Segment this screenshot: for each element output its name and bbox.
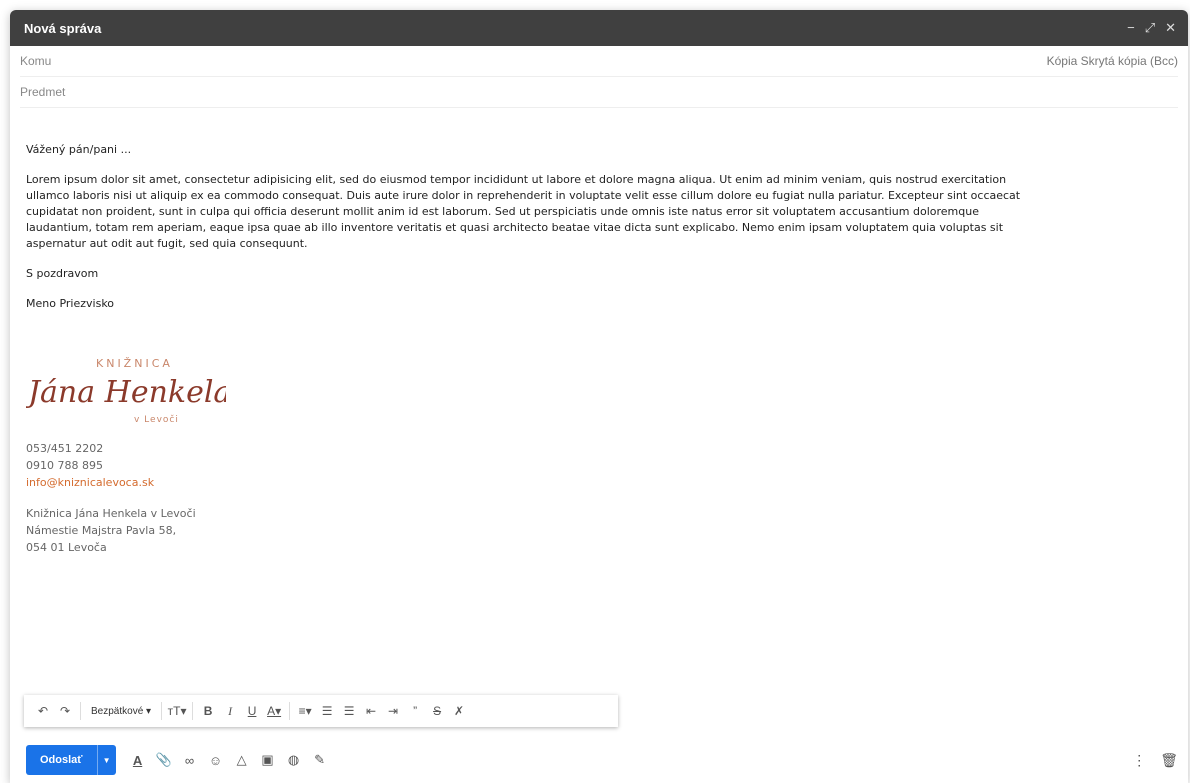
compose-window: Nová správa − ⤢ ✕ Kópia Skrytá kópia (Bc… <box>10 10 1188 783</box>
confidential-icon[interactable]: ◍ <box>284 750 304 770</box>
city: 054 01 Levoča <box>26 541 107 554</box>
logo-bottom-text: v Levoči <box>134 415 179 425</box>
text-size-icon[interactable]: тT▾ <box>166 699 188 723</box>
photo-icon[interactable]: ▣ <box>258 750 278 770</box>
indent-more-icon[interactable]: ⇥ <box>382 699 404 723</box>
send-button[interactable]: Odoslať ▼ <box>26 745 116 775</box>
compose-title: Nová správa <box>24 20 102 36</box>
compose-titlebar[interactable]: Nová správa − ⤢ ✕ <box>10 10 1188 46</box>
close-icon[interactable]: ✕ <box>1165 20 1176 36</box>
attach-icon[interactable]: 📎 <box>154 750 174 770</box>
italic-icon[interactable]: I <box>219 699 241 723</box>
toolbar-divider <box>80 702 81 720</box>
subject-input[interactable] <box>20 85 1178 99</box>
strikethrough-icon[interactable]: S <box>426 699 448 723</box>
align-icon[interactable]: ≡▾ <box>294 699 316 723</box>
compose-more: ⋮ 🗑 <box>1132 752 1178 769</box>
to-row: Kópia Skrytá kópia (Bcc) <box>20 46 1178 77</box>
cc-bcc-links[interactable]: Kópia Skrytá kópia (Bcc) <box>1047 54 1178 68</box>
email-link[interactable]: info@kniznicalevoca.sk <box>26 474 1172 491</box>
compose-actions: Odoslať ▼ A 📎 ∞ ☺ △ ▣ ◍ ✎ ⋮ 🗑 <box>26 743 1178 777</box>
bold-icon[interactable]: B <box>197 699 219 723</box>
phone-2: 0910 788 895 <box>26 459 103 472</box>
compose-tools: A 📎 ∞ ☺ △ ▣ ◍ ✎ <box>128 750 330 770</box>
trash-icon[interactable]: 🗑 <box>1160 752 1178 769</box>
formatting-toolbar: ↶ ↷ Bezpätkové ▾ тT▾ B I U A▾ ≡▾ ☰ ☰ ⇤ ⇥… <box>24 695 618 727</box>
logo-script: Jána Henkela <box>26 375 226 410</box>
undo-icon[interactable]: ↶ <box>32 699 54 723</box>
window-controls: − ⤢ ✕ <box>1127 20 1176 36</box>
quote-icon[interactable]: ” <box>404 699 426 723</box>
formatting-options-icon[interactable]: A <box>128 750 148 770</box>
underline-icon[interactable]: U <box>241 699 263 723</box>
expand-icon[interactable]: ⤢ <box>1145 20 1155 36</box>
org-name: Knižnica Jána Henkela v Levoči <box>26 507 196 520</box>
regards-text: S pozdravom <box>26 267 99 280</box>
to-input[interactable] <box>20 54 1047 68</box>
street: Námestie Majstra Pavla 58, <box>26 524 177 537</box>
sender-name: Meno Priezvisko <box>26 297 115 310</box>
phone-1: 053/451 2202 <box>26 442 104 455</box>
link-icon[interactable]: ∞ <box>180 750 200 770</box>
font-select[interactable]: Bezpätkové ▾ <box>85 699 157 723</box>
subject-row <box>20 77 1178 108</box>
send-options-icon[interactable]: ▼ <box>96 745 116 775</box>
contact-block: 053/451 2202 0910 788 895 info@kniznical… <box>26 440 1172 491</box>
numbered-list-icon[interactable]: ☰ <box>316 699 338 723</box>
send-label: Odoslať <box>40 754 83 766</box>
minimize-icon[interactable]: − <box>1127 20 1135 36</box>
toolbar-divider <box>289 702 291 720</box>
more-options-icon[interactable]: ⋮ <box>1132 752 1146 769</box>
font-select-label: Bezpätkové <box>91 705 144 717</box>
cc-bcc-link[interactable]: Kópia Skrytá kópia (Bcc) <box>1047 54 1178 68</box>
remove-formatting-icon[interactable]: ✗ <box>448 699 470 723</box>
emoji-icon[interactable]: ☺ <box>206 750 226 770</box>
drive-icon[interactable]: △ <box>232 750 252 770</box>
indent-less-icon[interactable]: ⇤ <box>360 699 382 723</box>
body-paragraph: Lorem ipsum dolor sit amet, consectetur … <box>26 173 1021 250</box>
text-color-icon[interactable]: A▾ <box>263 699 285 723</box>
signature-icon[interactable]: ✎ <box>310 750 330 770</box>
message-body[interactable]: Vážený pán/pani ... Lorem ipsum dolor si… <box>10 142 1188 556</box>
redo-icon[interactable]: ↷ <box>54 699 76 723</box>
svg-text:Jána Henkela: Jána Henkela <box>26 375 226 410</box>
library-logo: KNIŽNICA Jána Henkela v Levoči <box>26 350 246 428</box>
greeting-text: Vážený pán/pani ... <box>26 143 132 156</box>
bulleted-list-icon[interactable]: ☰ <box>338 699 360 723</box>
address-block: Knižnica Jána Henkela v Levoči Námestie … <box>26 505 1172 556</box>
toolbar-divider <box>192 702 194 720</box>
toolbar-divider <box>161 702 163 720</box>
